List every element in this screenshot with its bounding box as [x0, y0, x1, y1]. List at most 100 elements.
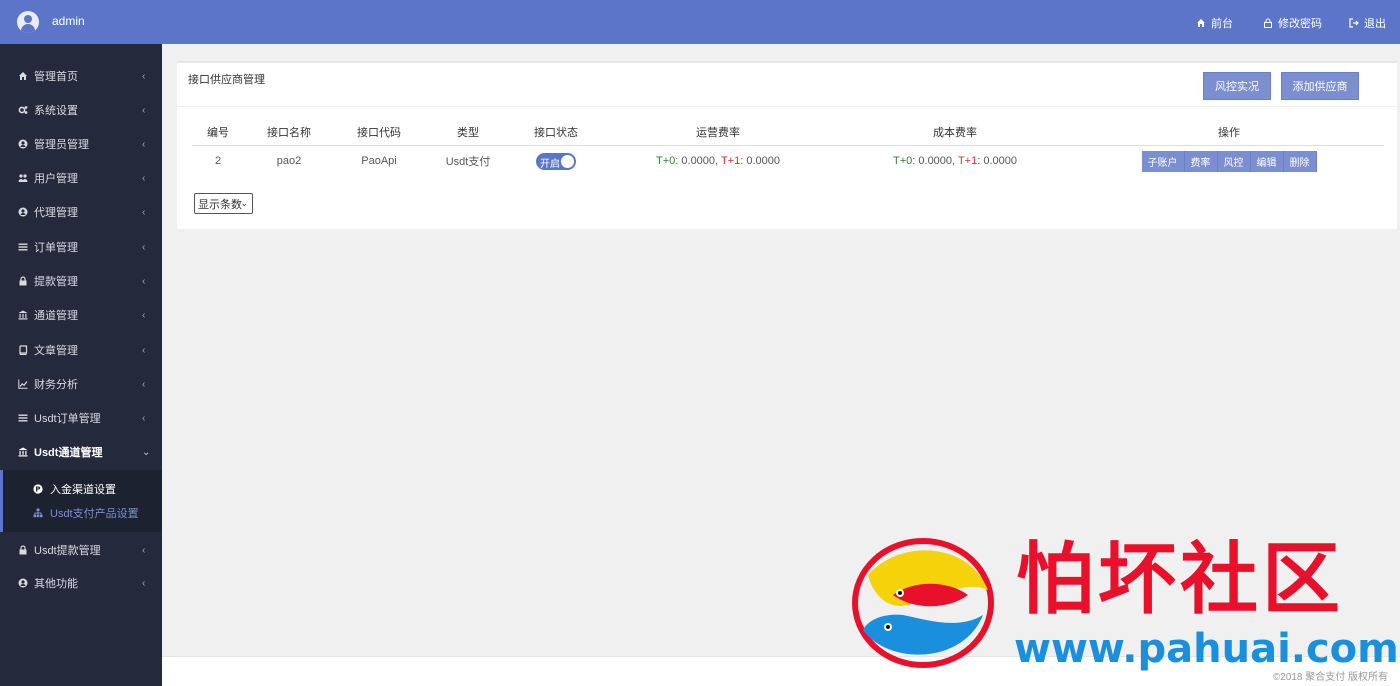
edit-button[interactable]: 编辑 [1250, 150, 1284, 172]
username-label[interactable]: admin [52, 14, 85, 28]
sidebar-item-label: Usdt通道管理 [34, 447, 103, 459]
sidebar-item-withdrawal-management[interactable]: 提款管理 ‹ [0, 264, 162, 298]
cell-name: pao2 [276, 155, 302, 168]
chevron-left-icon: ‹ [142, 70, 146, 82]
chevron-left-icon: ‹ [142, 104, 146, 116]
cost-t0-value: 0.0000, [918, 155, 956, 168]
chevron-left-icon: ‹ [142, 344, 146, 356]
cost-t0-label: T+0: [893, 155, 916, 168]
sidebar-item-usdt-channel-management[interactable]: Usdt通道管理 ⌄ [0, 435, 162, 469]
nav-change-password-link[interactable]: 修改密码 [1263, 15, 1322, 31]
sidebar-item-label: 代理管理 [34, 207, 78, 219]
chevron-down-icon: ⌄ [142, 446, 151, 458]
sidebar-item-other-functions[interactable]: 其他功能 ‹ [0, 566, 162, 600]
chevron-left-icon: ‹ [142, 172, 146, 184]
nav-frontend-link[interactable]: 前台 [1196, 15, 1233, 31]
sidebar-item-home[interactable]: 管理首页 ‹ [0, 59, 162, 93]
cost-t1-label: T+1: [957, 155, 981, 168]
chevron-left-icon: ‹ [142, 206, 146, 218]
sidebar: 管理首页 ‹ 系统设置 ‹ 管理员管理 ‹ 用户管理 ‹ 代理管理 ‹ 订单管理… [0, 44, 162, 686]
column-header-name: 接口名称 [244, 120, 334, 146]
cell-type: Usdt支付 [445, 156, 491, 169]
sidebar-item-label: 订单管理 [34, 242, 78, 254]
nav-logout-label: 退出 [1364, 18, 1386, 30]
rate-button[interactable]: 费率 [1184, 150, 1218, 172]
sidebar-subitem-deposit-channel-settings[interactable]: P 入金渠道设置 [0, 478, 162, 500]
sidebar-item-usdt-withdrawal-management[interactable]: Usdt提款管理 ‹ [0, 533, 162, 567]
operating-t1-label: T+1: [720, 155, 744, 168]
sidebar-item-channel-management[interactable]: 通道管理 ‹ [0, 298, 162, 332]
risk-monitor-button[interactable]: 风控实况 [1203, 72, 1271, 100]
cell-operating-rate: T+0: 0.0000, T+1: 0.0000 [600, 145, 836, 177]
sidebar-item-label: 其他功能 [34, 578, 78, 590]
sidebar-item-label: 通道管理 [34, 310, 78, 322]
chevron-left-icon: ‹ [142, 309, 146, 321]
sidebar-item-label: 文章管理 [34, 345, 78, 357]
home-icon [19, 72, 27, 80]
list-icon [18, 243, 28, 251]
sidebar-item-agent-management[interactable]: 代理管理 ‹ [0, 195, 162, 229]
watermark: 怕坏社区 www.pahuai.com [848, 534, 1399, 671]
sidebar-subitem-label: Usdt支付产品设置 [50, 508, 139, 520]
action-button-group: 子账户 费率 风控 编辑 删除 [1141, 150, 1317, 172]
list-icon [18, 414, 28, 422]
watermark-title: 怕坏社区 [1016, 534, 1345, 625]
nav-change-password-label: 修改密码 [1278, 18, 1322, 30]
avatar[interactable] [17, 11, 39, 33]
status-toggle[interactable]: 开启 [536, 152, 576, 170]
chevron-left-icon: ‹ [142, 544, 146, 556]
column-header-actions: 操作 [1074, 120, 1384, 146]
column-header-operating-rate: 运营费率 [600, 120, 836, 146]
home-icon [1197, 19, 1205, 27]
gears-icon [18, 106, 28, 114]
fish-logo-icon [852, 538, 994, 668]
nav-logout-link[interactable]: 退出 [1349, 15, 1386, 31]
sub-account-button[interactable]: 子账户 [1141, 150, 1185, 172]
table-header-row: 编号 接口名称 接口代码 类型 接口状态 运营费率 成本费率 操作 [192, 120, 1384, 146]
bank-icon [18, 447, 28, 457]
toggle-knob [561, 154, 574, 168]
sidebar-item-usdt-order-management[interactable]: Usdt订单管理 ‹ [0, 401, 162, 435]
chevron-left-icon: ‹ [142, 241, 146, 253]
operating-t0-label: T+0: [656, 155, 679, 168]
svg-text:P: P [35, 486, 40, 494]
column-header-status: 接口状态 [512, 120, 600, 146]
status-toggle-label: 开启 [540, 158, 560, 170]
sidebar-item-admin-management[interactable]: 管理员管理 ‹ [0, 127, 162, 161]
chevron-left-icon: ‹ [142, 378, 146, 390]
operating-t0-value: 0.0000, [681, 155, 719, 168]
main-panel: 接口供应商管理 风控实况 添加供应商 编号 接口名称 接口代码 类型 接口状态 … [177, 61, 1397, 229]
sitemap-icon [33, 508, 43, 518]
page-size-select[interactable]: 显示条数 ⌄ [194, 193, 253, 214]
cell-cost-rate: T+0: 0.0000, T+1: 0.0000 [836, 145, 1074, 177]
sidebar-item-label: Usdt提款管理 [34, 545, 101, 557]
lock-icon [19, 276, 27, 286]
column-header-code: 接口代码 [334, 120, 424, 146]
cell-id: 2 [214, 155, 222, 168]
watermark-url: www.pahuai.com [1014, 626, 1399, 672]
add-supplier-button[interactable]: 添加供应商 [1281, 72, 1359, 100]
operating-t1-value: 0.0000 [746, 155, 780, 168]
sidebar-item-label: 财务分析 [34, 379, 78, 391]
delete-button[interactable]: 删除 [1283, 150, 1317, 172]
sidebar-subitem-usdt-product-settings[interactable]: Usdt支付产品设置 [0, 502, 162, 524]
bank-icon [18, 310, 28, 320]
supplier-table: 编号 接口名称 接口代码 类型 接口状态 运营费率 成本费率 操作 2 pao2… [192, 120, 1384, 177]
cell-code: PaoApi [361, 155, 397, 168]
page-title: 接口供应商管理 [188, 74, 265, 86]
risk-control-button[interactable]: 风控 [1217, 150, 1251, 172]
sidebar-item-order-management[interactable]: 订单管理 ‹ [0, 230, 162, 264]
chevron-down-icon: ⌄ [240, 198, 248, 208]
sidebar-item-system-settings[interactable]: 系统设置 ‹ [0, 93, 162, 127]
sidebar-item-article-management[interactable]: 文章管理 ‹ [0, 333, 162, 367]
sidebar-item-label: 管理首页 [34, 71, 78, 83]
chevron-left-icon: ‹ [142, 577, 146, 589]
sidebar-item-label: Usdt订单管理 [34, 413, 101, 425]
book-icon [19, 345, 28, 355]
user-circle-icon [18, 139, 28, 149]
sidebar-item-user-management[interactable]: 用户管理 ‹ [0, 161, 162, 195]
chart-line-icon [18, 379, 28, 389]
user-circle-icon [18, 578, 28, 588]
sidebar-item-financial-analysis[interactable]: 财务分析 ‹ [0, 367, 162, 401]
user-circle-icon [18, 207, 28, 217]
